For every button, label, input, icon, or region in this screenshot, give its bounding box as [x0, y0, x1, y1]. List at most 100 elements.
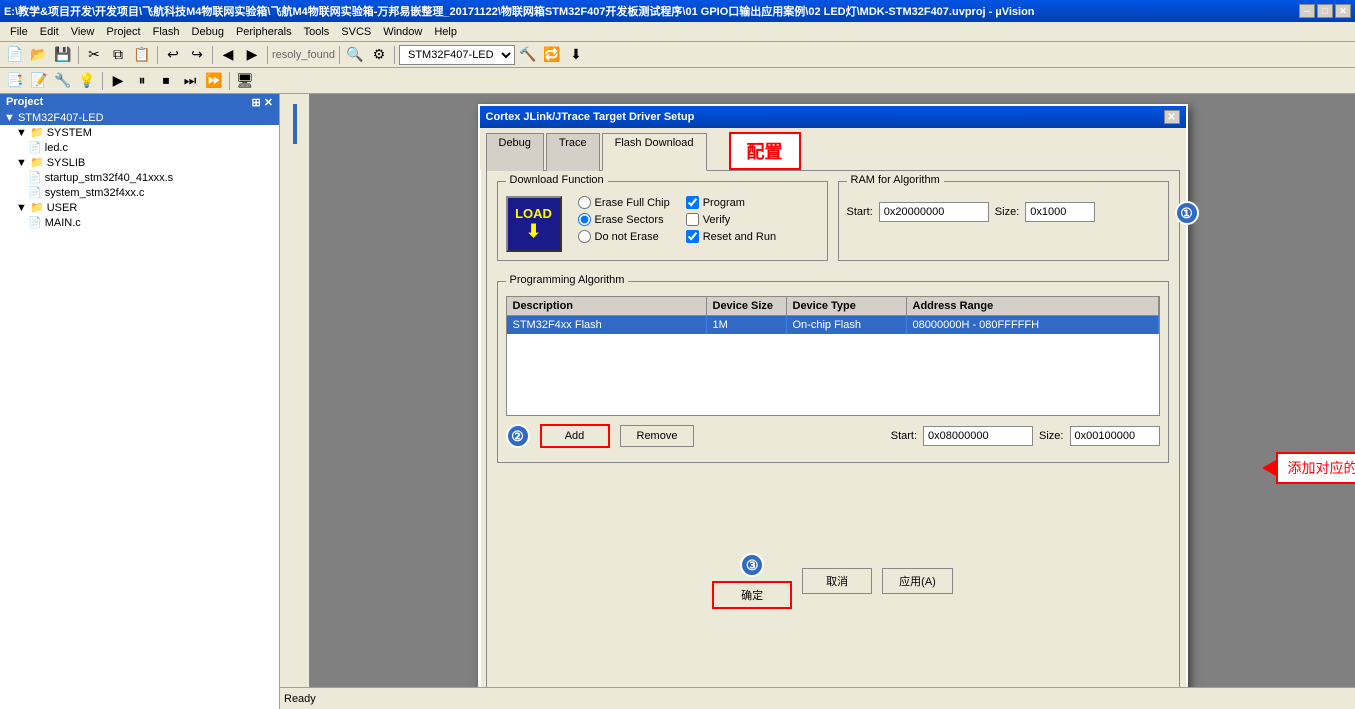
download-btn[interactable]: ⬇	[565, 44, 587, 66]
menu-project[interactable]: Project	[100, 24, 146, 40]
tab-flash-download[interactable]: Flash Download	[602, 133, 707, 171]
annotation-1-container: ①	[1175, 201, 1199, 225]
program-label: Program	[703, 197, 745, 209]
minimize-button[interactable]: ─	[1299, 4, 1315, 18]
table-empty-area	[507, 334, 1159, 414]
tb2-btn5[interactable]: ▶	[107, 70, 129, 92]
tree-item-stm32[interactable]: ▼ STM32F407-LED	[0, 111, 279, 125]
tb2-btn1[interactable]: 📑	[4, 70, 26, 92]
menu-debug[interactable]: Debug	[186, 24, 230, 40]
table-row-0[interactable]: STM32F4xx Flash 1M On-chip Flash 0800000…	[507, 316, 1159, 334]
search-btn[interactable]: 🔍	[344, 44, 366, 66]
tab-trace[interactable]: Trace	[546, 133, 600, 171]
sep-4	[267, 46, 268, 64]
sep-2	[157, 46, 158, 64]
add-button[interactable]: Add	[540, 424, 610, 448]
tree-item-led[interactable]: 📄 led.c	[0, 140, 279, 155]
dialog-close-btn[interactable]: ✕	[1164, 110, 1180, 124]
tree-item-system-c[interactable]: 📄 system_stm32f4xx.c	[0, 185, 279, 200]
algo-start-input[interactable]	[923, 426, 1033, 446]
undo-btn[interactable]: ↩	[162, 44, 184, 66]
ram-start-input[interactable]	[879, 202, 989, 222]
tree-item-user[interactable]: ▼ 📁 USER	[0, 200, 279, 215]
tb2-btn8[interactable]: ⏭	[179, 70, 201, 92]
tb2-btn2[interactable]: 📝	[28, 70, 50, 92]
apply-button[interactable]: 应用(A)	[882, 568, 953, 594]
load-icon: LOAD ⬇	[506, 196, 562, 252]
menu-peripherals[interactable]: Peripherals	[230, 24, 298, 40]
title-bar-buttons: ─ □ ✕	[1299, 4, 1351, 18]
remove-button[interactable]: Remove	[620, 425, 695, 447]
maximize-button[interactable]: □	[1317, 4, 1333, 18]
redo-btn[interactable]: ↪	[186, 44, 208, 66]
build-btn[interactable]: 🔨	[517, 44, 539, 66]
erase-full-chip-radio[interactable]: Erase Full Chip	[578, 196, 670, 209]
verify-checkbox[interactable]	[686, 213, 699, 226]
sep-7	[102, 72, 103, 90]
cut-btn[interactable]: ✂	[83, 44, 105, 66]
tb2-btn3[interactable]: 🔧	[52, 70, 74, 92]
open-btn[interactable]: 📂	[28, 44, 50, 66]
program-checkbox[interactable]	[686, 196, 699, 209]
close-button[interactable]: ✕	[1335, 4, 1351, 18]
sep-6	[394, 46, 395, 64]
right-panel: Cortex JLink/JTrace Target Driver Setup …	[280, 94, 1355, 709]
rebuild-btn[interactable]: 🔁	[541, 44, 563, 66]
ram-size-input[interactable]	[1025, 202, 1095, 222]
copy-btn[interactable]: ⧉	[107, 44, 129, 66]
toolbar-2: 📑 📝 🔧 💡 ▶ ⏸ ⏹ ⏭ ⏩ 🖥	[0, 68, 1355, 94]
save-btn[interactable]: 💾	[52, 44, 74, 66]
bubble-2: ②	[506, 424, 530, 448]
start-label: Start:	[847, 206, 873, 218]
program-checkbox-item[interactable]: Program	[686, 196, 776, 209]
erase-full-chip-input[interactable]	[578, 196, 591, 209]
paste-btn[interactable]: 📋	[131, 44, 153, 66]
dialog-title-bar: Cortex JLink/JTrace Target Driver Setup …	[480, 106, 1186, 128]
status-bar: Ready	[280, 687, 1355, 709]
menu-help[interactable]: Help	[428, 24, 463, 40]
do-not-erase-input[interactable]	[578, 230, 591, 243]
menu-view[interactable]: View	[65, 24, 101, 40]
tree-arrow-syslib: ▼	[16, 157, 27, 169]
content-area: Project ⊞ ✕ ▼ STM32F407-LED ▼ 📁 SYSTEM 📄…	[0, 94, 1355, 709]
tree-item-main[interactable]: 📄 MAIN.c	[0, 215, 279, 230]
target-select[interactable]: STM32F407-LED	[399, 45, 515, 65]
menu-edit[interactable]: Edit	[34, 24, 65, 40]
new-file-btn[interactable]: 📄	[4, 44, 26, 66]
tb2-btn4[interactable]: 💡	[76, 70, 98, 92]
menu-svcs[interactable]: SVCS	[335, 24, 377, 40]
reset-run-checkbox[interactable]	[686, 230, 699, 243]
erase-sectors-input[interactable]	[578, 213, 591, 226]
dialog-window: Cortex JLink/JTrace Target Driver Setup …	[478, 104, 1188, 709]
reset-run-checkbox-item[interactable]: Reset and Run	[686, 230, 776, 243]
table-header: Description Device Size Device Type Addr…	[507, 297, 1159, 316]
menu-window[interactable]: Window	[377, 24, 428, 40]
settings-btn[interactable]: ⚙	[368, 44, 390, 66]
tb2-btn7[interactable]: ⏹	[155, 70, 177, 92]
do-not-erase-radio[interactable]: Do not Erase	[578, 230, 670, 243]
ram-algorithm-group: RAM for Algorithm Start: Size:	[838, 181, 1169, 261]
forward-btn[interactable]: ▶	[241, 44, 263, 66]
ok-button[interactable]: 确定	[712, 581, 792, 609]
menu-tools[interactable]: Tools	[298, 24, 336, 40]
algorithm-table: Description Device Size Device Type Addr…	[506, 296, 1160, 416]
tab-debug[interactable]: Debug	[486, 133, 544, 171]
tree-item-startup[interactable]: 📄 startup_stm32f40_41xxx.s	[0, 170, 279, 185]
programming-algorithm-group: Programming Algorithm Description Device…	[497, 281, 1169, 463]
menu-file[interactable]: File	[4, 24, 34, 40]
tree-item-syslib[interactable]: ▼ 📁 SYSLIB	[0, 155, 279, 170]
tb2-btn9[interactable]: ⏩	[203, 70, 225, 92]
tree-item-system[interactable]: ▼ 📁 SYSTEM	[0, 125, 279, 140]
back-btn[interactable]: ◀	[217, 44, 239, 66]
tb2-btn10[interactable]: 🖥	[234, 70, 256, 92]
tb2-btn6[interactable]: ⏸	[131, 70, 153, 92]
dialog-overlay: Cortex JLink/JTrace Target Driver Setup …	[310, 94, 1355, 709]
menu-flash[interactable]: Flash	[147, 24, 186, 40]
verify-checkbox-item[interactable]: Verify	[686, 213, 776, 226]
erase-sectors-radio[interactable]: Erase Sectors	[578, 213, 670, 226]
project-title: Project	[6, 96, 43, 109]
top-row: Download Function LOAD ⬇	[497, 181, 1169, 271]
cancel-button[interactable]: 取消	[802, 568, 872, 594]
algo-size-input[interactable]	[1070, 426, 1160, 446]
side-indicator	[280, 94, 310, 687]
